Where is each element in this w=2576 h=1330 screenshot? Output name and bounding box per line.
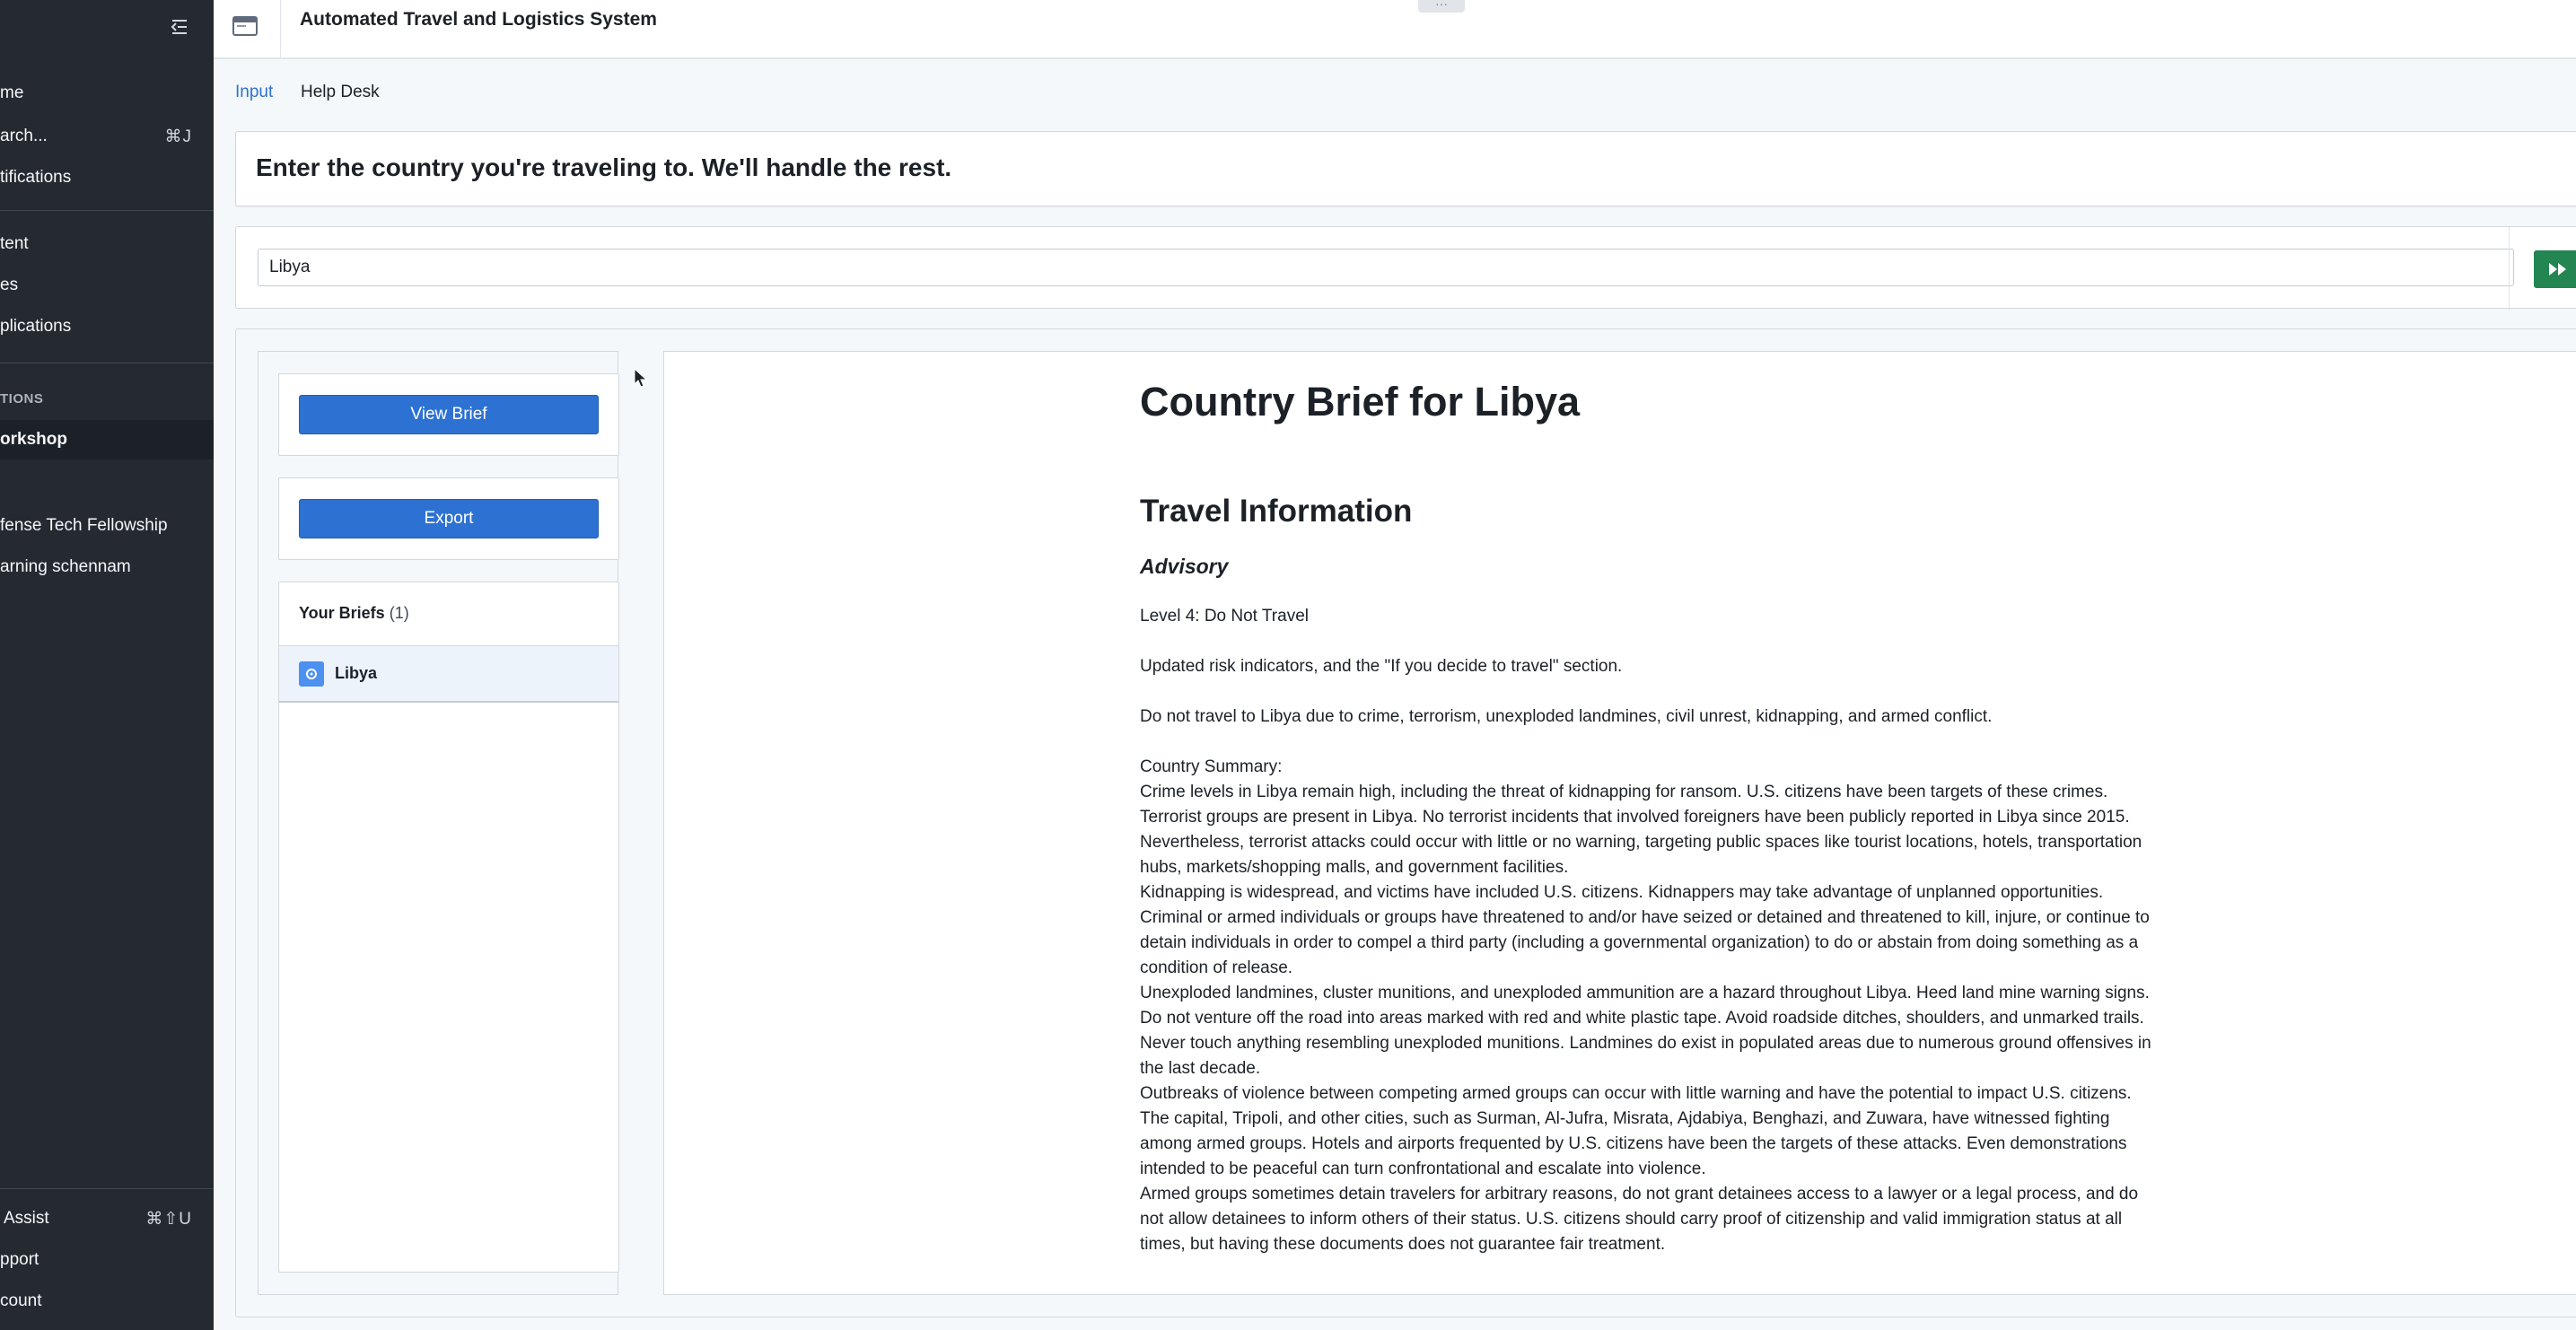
- input-divider: [2509, 227, 2510, 310]
- sidebar-item-label: Assist: [4, 1209, 49, 1228]
- sidebar: me arch... ⌘J tifications tent es plicat…: [0, 0, 214, 1330]
- sidebar-item-workshop[interactable]: orkshop: [0, 420, 214, 459]
- briefs-heading: Your Briefs (1): [299, 604, 409, 623]
- advisory-level: Level 4: Do Not Travel: [1140, 607, 1309, 626]
- summary-paragraph: Outbreaks of violence between competing …: [1140, 1084, 2132, 1178]
- country-input[interactable]: [258, 249, 2514, 286]
- summary-paragraph: Armed groups sometimes detain travelers …: [1140, 1185, 2139, 1254]
- app-header: Automated Travel and Logistics System ··…: [214, 0, 2576, 59]
- brief-controls: View Brief Export Your Briefs (1) Libya: [258, 351, 619, 1295]
- sidebar-divider: [0, 1188, 214, 1189]
- brief-document: Country Brief for Libya Travel Informati…: [1140, 379, 2154, 1257]
- sidebar-item-label: arch...: [0, 127, 48, 145]
- main-content: View Brief Export Your Briefs (1) Libya …: [235, 328, 2576, 1317]
- drag-handle[interactable]: ···: [1418, 0, 1465, 13]
- sidebar-item-project[interactable]: fense Tech Fellowship: [0, 506, 214, 546]
- assist-shortcut: ⌘⇧U: [145, 1209, 192, 1229]
- mouse-cursor-icon: [634, 367, 648, 388]
- sidebar-section-label: TIONS: [0, 391, 44, 407]
- briefs-title: Your Briefs: [299, 604, 385, 622]
- advisory-warning: Do not travel to Libya due to crime, ter…: [1140, 707, 1993, 726]
- sidebar-item-applications[interactable]: plications: [0, 307, 214, 346]
- sidebar-item-label: fense Tech Fellowship: [0, 516, 168, 535]
- brief-document-panel: Country Brief for Libya Travel Informati…: [663, 351, 2576, 1295]
- view-brief-button[interactable]: View Brief: [299, 395, 599, 434]
- sidebar-item-content[interactable]: tent: [0, 224, 214, 264]
- advisory-updated: Updated risk indicators, and the "If you…: [1140, 657, 1623, 676]
- collapse-sidebar-icon[interactable]: [165, 14, 194, 39]
- tab-help-desk[interactable]: Help Desk: [301, 83, 380, 102]
- list-item[interactable]: Libya: [279, 645, 618, 703]
- export-card: Export: [278, 477, 619, 560]
- sidebar-item-account[interactable]: count: [0, 1282, 214, 1321]
- search-shortcut: ⌘J: [164, 127, 192, 146]
- page-title: Enter the country you're traveling to. W…: [256, 153, 952, 181]
- sidebar-item-label: pport: [0, 1250, 39, 1269]
- summary-label: Country Summary:: [1140, 757, 1283, 776]
- header-divider: [280, 0, 281, 59]
- document-icon: [299, 661, 324, 687]
- tab-input[interactable]: Input: [235, 83, 273, 102]
- sidebar-item-assist[interactable]: Assist ⌘⇧U: [0, 1199, 214, 1238]
- summary-paragraph: Unexploded landmines, cluster munitions,…: [1140, 984, 2151, 1078]
- sidebar-item-project[interactable]: arning schennam: [0, 547, 214, 587]
- document-title: Country Brief for Libya: [1140, 379, 1581, 424]
- summary-paragraph: Crime levels in Libya remain high, inclu…: [1140, 783, 2108, 801]
- sidebar-item-label: tifications: [0, 168, 72, 187]
- sidebar-item-label: plications: [0, 317, 72, 336]
- app-window-icon[interactable]: [232, 14, 260, 38]
- briefs-count: (1): [389, 604, 409, 622]
- export-button[interactable]: Export: [299, 499, 599, 538]
- sidebar-item-support[interactable]: pport: [0, 1240, 214, 1280]
- sidebar-item-label: arning schennam: [0, 557, 131, 576]
- sidebar-divider: [0, 210, 214, 211]
- prompt-panel: Enter the country you're traveling to. W…: [235, 131, 2576, 206]
- sidebar-item-notifications[interactable]: tifications: [0, 158, 214, 197]
- view-brief-card: View Brief: [278, 373, 619, 456]
- country-input-panel: [235, 226, 2576, 310]
- sidebar-item-home[interactable]: me: [0, 74, 214, 113]
- sidebar-item-files[interactable]: es: [0, 266, 214, 305]
- subsection-heading: Advisory: [1140, 555, 1229, 578]
- sidebar-item-search[interactable]: arch... ⌘J: [0, 117, 214, 156]
- section-heading: Travel Information: [1140, 494, 1413, 529]
- app-title: Automated Travel and Logistics System: [300, 9, 657, 30]
- summary-paragraph: Terrorist groups are present in Libya. N…: [1140, 808, 2142, 877]
- sidebar-item-label: count: [0, 1291, 42, 1310]
- sidebar-item-label: me: [0, 83, 24, 102]
- run-button[interactable]: [2534, 250, 2576, 288]
- tab-bar: Input Help Desk: [214, 59, 2576, 127]
- briefs-list-card: Your Briefs (1) Libya: [278, 582, 619, 1273]
- sidebar-item-label: es: [0, 276, 19, 294]
- sidebar-item-label: orkshop: [0, 430, 67, 449]
- summary-paragraph: Kidnapping is widespread, and victims ha…: [1140, 883, 2150, 977]
- sidebar-item-label: tent: [0, 234, 29, 253]
- brief-name: Libya: [335, 664, 378, 682]
- fast-forward-icon: [2549, 263, 2566, 276]
